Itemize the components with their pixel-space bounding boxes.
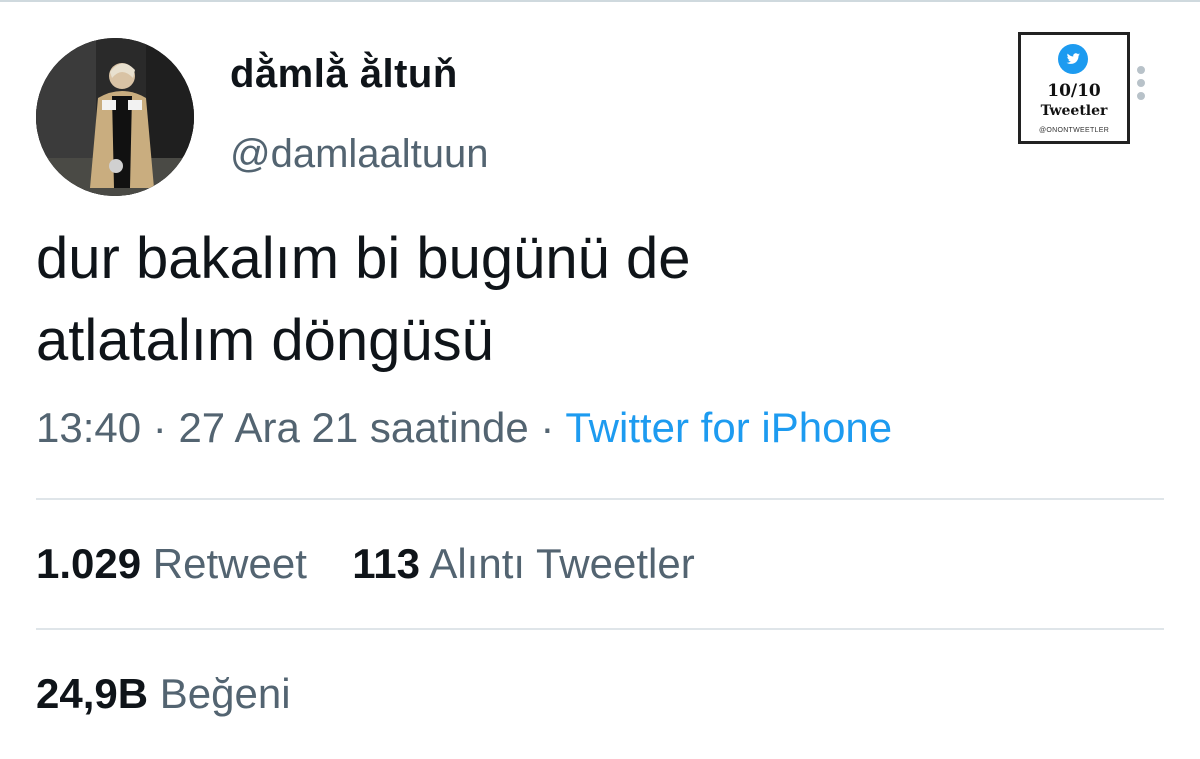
tweet-date[interactable]: 27 Ara 21 saatinde [178,404,528,451]
tweet-text-line-2: atlatalım döngüsü [36,308,494,373]
quote-tweets-stat[interactable]: 113 Alıntı Tweetler [352,540,694,587]
stats-row-retweets: 1.029 Retweet 113 Alıntı Tweetler [36,540,695,588]
stats-row-likes: 24,9B Beğeni [36,670,291,718]
likes-count: 24,9B [36,670,149,717]
top-border [0,0,1200,2]
twitter-bird-icon [1058,44,1088,74]
quotes-count: 113 [352,540,420,587]
retweets-stat[interactable]: 1.029 Retweet [36,540,319,587]
tweet-time[interactable]: 13:40 [36,404,141,451]
badge-score: 10/10 [1047,81,1101,101]
tweet-meta: 13:40 · 27 Ara 21 saatinde · Twitter for… [36,404,892,452]
likes-stat[interactable]: 24,9B Beğeni [36,670,291,717]
meta-separator-2: · [540,404,555,451]
tweet-source-link[interactable]: Twitter for iPhone [565,404,892,451]
badge-handle: @ONONTWEETLER [1038,127,1110,134]
divider-top [36,498,1164,500]
user-handle[interactable]: @damlaaltuun [230,132,489,177]
divider-bottom [36,628,1164,630]
meta-separator: · [152,404,167,451]
more-options-icon[interactable] [1133,66,1149,106]
retweets-label: Retweet [152,540,307,587]
retweets-count: 1.029 [36,540,142,587]
quotes-label: Alıntı Tweetler [429,540,695,587]
avatar-photo [36,38,194,196]
display-name[interactable]: dằmlằ ằltuň [230,52,458,97]
likes-label: Beğeni [159,670,291,717]
avatar[interactable] [36,38,194,196]
tweet-text: dur bakalım bi bugünü de atlatalım döngü… [36,218,1136,382]
badge-label: Tweetler [1040,103,1108,119]
watermark-badge: 10/10 Tweetler @ONONTWEETLER [1018,32,1130,144]
tweet-text-line-1: dur bakalım bi bugünü de [36,226,691,291]
